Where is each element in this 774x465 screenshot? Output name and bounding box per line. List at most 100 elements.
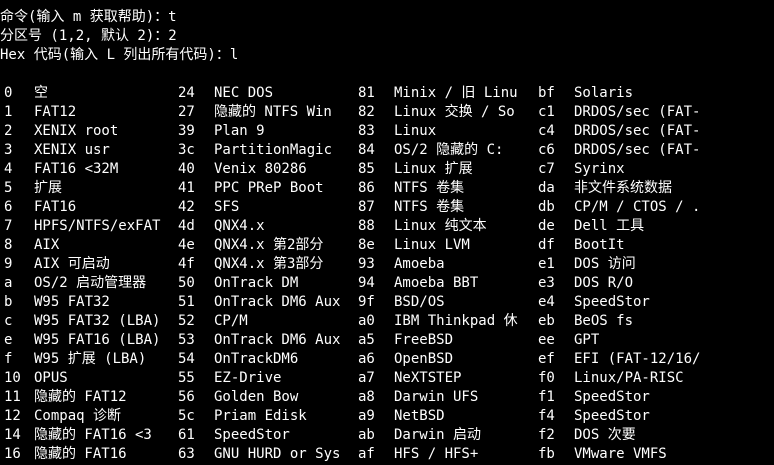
partition-type-name: Compaq 诊断 xyxy=(34,408,122,424)
partition-code: af xyxy=(358,446,375,462)
partition-code: 3 xyxy=(4,142,13,158)
table-row: 6 FAT16 42 SFS 87 NTFS 卷集 db CP/M / CTOS / . xyxy=(0,198,774,217)
partition-code: 84 xyxy=(358,142,375,158)
partition-type-name: HFS / HFS+ xyxy=(394,446,479,462)
partition-type-name: Linux 交换 / So xyxy=(394,104,515,120)
partition-code: e xyxy=(4,332,13,348)
partition-code: 12 xyxy=(4,408,21,424)
partition-code: db xyxy=(538,199,555,215)
partition-code: 54 xyxy=(178,351,195,367)
partition-type-name: NEC DOS xyxy=(214,85,274,101)
partition-type-name: Darwin 启动 xyxy=(394,427,482,443)
partition-type-name: 隐藏的 FAT16 xyxy=(34,446,127,462)
partition-type-name: Amoeba BBT xyxy=(394,275,479,291)
partition-type-name: Plan 9 xyxy=(214,123,265,139)
partition-code: 4 xyxy=(4,161,13,177)
partition-code: 85 xyxy=(358,161,375,177)
partition-type-name: AIX 可启动 xyxy=(34,256,110,272)
partition-type-name: Linux/PA-RISC xyxy=(574,370,684,386)
partition-type-name: W95 FAT32 xyxy=(34,294,110,310)
table-row: 3 XENIX usr 3c PartitionMagic 84 OS/2 隐藏的 C: c… xyxy=(0,141,774,160)
prompt-line: 命令(输入 m 获取帮助)：t xyxy=(0,9,177,25)
table-row: 0 空 24 NEC DOS 81 Minix / 旧 Linu bf Solaris xyxy=(0,84,774,103)
table-row: 9 AIX 可启动 4f QNX4.x 第3部分 93 Amoeba e1 DOS 访问 xyxy=(0,255,774,274)
table-row: a OS/2 启动管理器 50 OnTrack DM 94 Amoeba BBT e3 DOS… xyxy=(0,274,774,293)
partition-type-name: OS/2 隐藏的 C: xyxy=(394,142,504,158)
partition-type-name: PPC PReP Boot xyxy=(214,180,324,196)
partition-code: 10 xyxy=(4,370,21,386)
partition-type-name: SpeedStor xyxy=(574,294,650,310)
prompt-line: Hex 代码(输入 L 列出所有代码)：l xyxy=(0,47,239,63)
terminal-window[interactable]: 命令(输入 m 获取帮助)：t 分区号 (1,2, 默认 2)：2 Hex 代码(输… xyxy=(0,0,774,465)
partition-code: f2 xyxy=(538,427,555,443)
partition-code: 16 xyxy=(4,446,21,462)
partition-type-name: NTFS 卷集 xyxy=(394,199,465,215)
partition-type-name: DRDOS/sec (FAT- xyxy=(574,123,701,139)
partition-type-name: 扩展 xyxy=(34,180,62,196)
partition-code: e3 xyxy=(538,275,555,291)
partition-code: a8 xyxy=(358,389,375,405)
partition-type-name: Priam Edisk xyxy=(214,408,307,424)
partition-code: a0 xyxy=(358,313,375,329)
partition-type-name: FreeBSD xyxy=(394,332,454,348)
partition-code: 11 xyxy=(4,389,21,405)
partition-type-name: XENIX usr xyxy=(34,142,110,158)
partition-code: 39 xyxy=(178,123,195,139)
partition-code: f xyxy=(4,351,13,367)
partition-code: c6 xyxy=(538,142,555,158)
partition-code: 24 xyxy=(178,85,195,101)
partition-code: ee xyxy=(538,332,555,348)
table-row: 4 FAT16 <32M 40 Venix 80286 85 Linux 扩展 c7 Syri… xyxy=(0,160,774,179)
partition-type-name: BSD/OS xyxy=(394,294,445,310)
partition-code: 4f xyxy=(178,256,195,272)
partition-type-name: OpenBSD xyxy=(394,351,454,367)
partition-code: 63 xyxy=(178,446,195,462)
partition-type-name: OnTrack DM6 Aux xyxy=(214,294,341,310)
partition-code: 86 xyxy=(358,180,375,196)
partition-type-name: OS/2 启动管理器 xyxy=(34,275,147,291)
partition-type-name: IBM Thinkpad 休 xyxy=(394,313,518,329)
partition-code: c7 xyxy=(538,161,555,177)
partition-type-name: PartitionMagic xyxy=(214,142,333,158)
partition-type-name: OPUS xyxy=(34,370,68,386)
partition-code: a9 xyxy=(358,408,375,424)
partition-code: f1 xyxy=(538,389,555,405)
table-row: 8 AIX 4e QNX4.x 第2部分 8e Linux LVM df BootIt xyxy=(0,236,774,255)
partition-code: c xyxy=(4,313,13,329)
partition-type-name: QNX4.x 第3部分 xyxy=(214,256,324,272)
partition-type-name: QNX4.x 第2部分 xyxy=(214,237,324,253)
partition-type-name: NetBSD xyxy=(394,408,445,424)
table-row: e W95 FAT16 (LBA) 53 OnTrack DM6 Aux a5 FreeB… xyxy=(0,331,774,350)
partition-type-name: Venix 80286 xyxy=(214,161,307,177)
partition-type-name: Golden Bow xyxy=(214,389,299,405)
partition-type-name: CP/M xyxy=(214,313,248,329)
partition-type-name: Linux 纯文本 xyxy=(394,218,487,234)
partition-code: 0 xyxy=(4,85,13,101)
partition-type-name: EZ-Drive xyxy=(214,370,282,386)
partition-type-name: Linux xyxy=(394,123,437,139)
partition-type-name: HPFS/NTFS/exFAT xyxy=(34,218,161,234)
partition-code: 4d xyxy=(178,218,195,234)
partition-type-name: DOS 次要 xyxy=(574,427,636,443)
partition-code: 9f xyxy=(358,294,375,310)
partition-code: fb xyxy=(538,446,555,462)
partition-type-name: GNU HURD or Sys xyxy=(214,446,341,462)
partition-code: a6 xyxy=(358,351,375,367)
partition-code: 5c xyxy=(178,408,195,424)
partition-type-name: NeXTSTEP xyxy=(394,370,462,386)
partition-type-name: OnTrack DM xyxy=(214,275,299,291)
partition-code: c1 xyxy=(538,104,555,120)
partition-type-name: Amoeba xyxy=(394,256,445,272)
partition-type-name: CP/M / CTOS / . xyxy=(574,199,701,215)
partition-code: ef xyxy=(538,351,555,367)
partition-type-name: BootIt xyxy=(574,237,625,253)
partition-type-name: 空 xyxy=(34,85,48,101)
partition-code: 4e xyxy=(178,237,195,253)
partition-code: 82 xyxy=(358,104,375,120)
partition-type-name: 非文件系统数据 xyxy=(574,180,672,196)
partition-type-name: QNX4.x xyxy=(214,218,265,234)
prompt-line: 分区号 (1,2, 默认 2)：2 xyxy=(0,28,177,44)
partition-code: 52 xyxy=(178,313,195,329)
partition-type-name: SpeedStor xyxy=(574,389,650,405)
partition-type-name: Syrinx xyxy=(574,161,625,177)
